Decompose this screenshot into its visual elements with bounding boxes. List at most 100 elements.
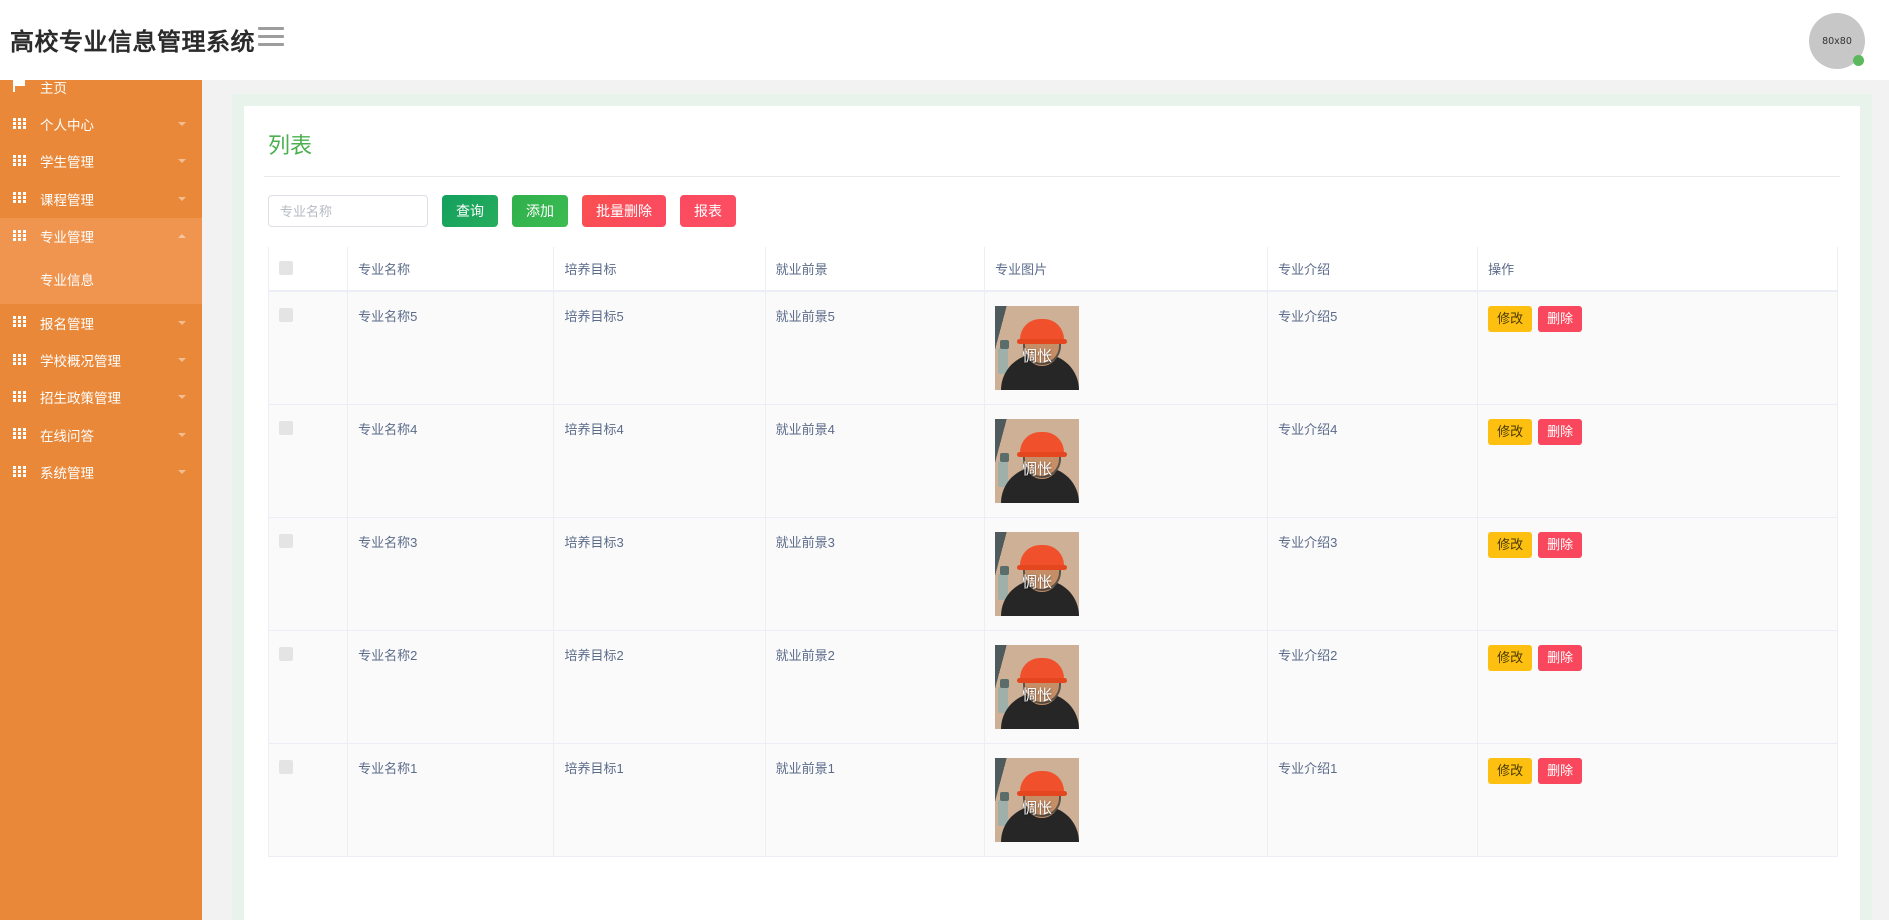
- table-head: 专业名称 培养目标 就业前景 专业图片 专业介绍 操作: [267, 247, 1838, 292]
- row-actions-cell: 修改 删除: [1477, 404, 1838, 518]
- table-header-row: 专业名称 培养目标 就业前景 专业图片 专业介绍 操作: [267, 247, 1838, 292]
- sidebar-item-6[interactable]: 学校概况管理: [0, 341, 202, 378]
- sidebar-item-2[interactable]: 学生管理: [0, 143, 202, 180]
- sidebar-item-3[interactable]: 课程管理: [0, 180, 202, 217]
- major-image-cell: 惆怅: [984, 743, 1269, 857]
- table-row: 专业名称2 培养目标2 就业前景2 惆怅 专业介绍2 修改 删除: [267, 630, 1838, 744]
- avatar-wrapper: 80x80: [1809, 13, 1865, 69]
- sidebar-item-4[interactable]: 专业管理: [0, 217, 202, 255]
- employment-prospect-cell: 就业前景1: [765, 743, 986, 857]
- row-actions: 修改 删除: [1488, 532, 1837, 558]
- sidebar-subitem-0[interactable]: 专业信息: [0, 254, 202, 304]
- delete-button[interactable]: 删除: [1538, 419, 1583, 445]
- chevron-down-icon[interactable]: [178, 122, 186, 127]
- training-goal-cell: 培养目标1: [553, 743, 766, 857]
- table-row: 专业名称5 培养目标5 就业前景5 惆怅 专业介绍5 修改 删除: [267, 291, 1838, 405]
- edit-button[interactable]: 修改: [1488, 532, 1533, 558]
- grid-icon-glyph: [12, 154, 26, 166]
- hamburger-icon[interactable]: [258, 27, 284, 49]
- page-frame: 列表 查询 添加 批量删除 报表: [232, 94, 1872, 920]
- edit-button[interactable]: 修改: [1488, 306, 1533, 332]
- major-intro-cell: 专业介绍4: [1267, 404, 1479, 518]
- major-name-cell: 专业名称1: [347, 743, 555, 857]
- major-image-cell: 惆怅: [984, 291, 1269, 405]
- query-button[interactable]: 查询: [442, 195, 498, 227]
- training-goal-cell: 培养目标2: [553, 630, 766, 744]
- edit-button[interactable]: 修改: [1488, 758, 1533, 784]
- training-goal-cell: 培养目标5: [553, 291, 766, 405]
- photo-overlay-text: 惆怅: [1022, 798, 1053, 817]
- sidebar-item-9[interactable]: 系统管理: [0, 454, 202, 491]
- column-header: 操作: [1477, 247, 1838, 292]
- table-row: 专业名称3 培养目标3 就业前景3 惆怅 专业介绍3 修改 删除: [267, 517, 1838, 631]
- chevron-up-icon[interactable]: [178, 234, 186, 239]
- major-photo[interactable]: 惆怅: [995, 306, 1080, 390]
- sidebar-item-label: 系统管理: [40, 466, 94, 482]
- app-root: 高校专业信息管理系统 80x80 主页 个人中心 学生管理 课程管理 专业管理 专业信息报…: [0, 0, 1889, 920]
- chevron-down-icon[interactable]: [178, 358, 186, 363]
- chevron-down-icon[interactable]: [178, 470, 186, 475]
- panel-divider: [264, 176, 1840, 177]
- panel-title: 列表: [268, 133, 313, 158]
- major-image-cell: 惆怅: [984, 404, 1269, 518]
- grid-icon: [2, 465, 36, 479]
- column-header: 专业介绍: [1267, 247, 1479, 292]
- column-header: 专业图片: [984, 247, 1269, 292]
- training-goal-cell: 培养目标4: [553, 404, 766, 518]
- row-actions-cell: 修改 删除: [1477, 630, 1838, 744]
- photo-overlay-text: 惆怅: [1022, 346, 1053, 365]
- delete-button[interactable]: 删除: [1538, 306, 1583, 332]
- flag-icon: [2, 79, 36, 94]
- major-intro-cell: 专业介绍2: [1267, 630, 1479, 744]
- flag-icon-glyph: [13, 79, 25, 93]
- chevron-down-icon[interactable]: [178, 432, 186, 437]
- grid-icon: [2, 154, 36, 168]
- row-checkbox[interactable]: [279, 533, 293, 548]
- row-checkbox[interactable]: [279, 759, 293, 774]
- hamburger-line: [258, 43, 284, 46]
- row-checkbox[interactable]: [279, 307, 293, 322]
- employment-prospect-cell: 就业前景2: [765, 630, 986, 744]
- chevron-down-icon[interactable]: [178, 159, 186, 164]
- photo-overlay-text: 惆怅: [1022, 572, 1053, 591]
- row-actions: 修改 删除: [1488, 306, 1837, 332]
- row-actions-cell: 修改 删除: [1477, 291, 1838, 405]
- major-photo[interactable]: 惆怅: [995, 532, 1080, 616]
- major-photo[interactable]: 惆怅: [995, 419, 1080, 503]
- search-input[interactable]: [268, 195, 428, 227]
- hamburger-line: [258, 35, 284, 38]
- chevron-down-icon[interactable]: [178, 320, 186, 325]
- major-name-cell: 专业名称2: [347, 630, 555, 744]
- major-image-cell: 惆怅: [984, 517, 1269, 631]
- sidebar-item-label: 个人中心: [40, 118, 94, 134]
- select-all-checkbox[interactable]: [279, 260, 293, 275]
- delete-button[interactable]: 删除: [1538, 532, 1583, 558]
- edit-button[interactable]: 修改: [1488, 419, 1533, 445]
- delete-button[interactable]: 删除: [1538, 758, 1583, 784]
- add-button[interactable]: 添加: [512, 195, 568, 227]
- major-photo[interactable]: 惆怅: [995, 758, 1080, 842]
- grid-icon-glyph: [12, 316, 26, 328]
- delete-button[interactable]: 删除: [1538, 645, 1583, 671]
- sidebar-item-label: 招生政策管理: [40, 391, 121, 407]
- training-goal-cell: 培养目标3: [553, 517, 766, 631]
- row-checkbox[interactable]: [279, 646, 293, 661]
- sidebar-item-label: 课程管理: [40, 192, 94, 208]
- edit-button[interactable]: 修改: [1488, 645, 1533, 671]
- sidebar-item-5[interactable]: 报名管理: [0, 304, 202, 341]
- sidebar-item-label: 专业管理: [40, 230, 94, 246]
- sidebar-item-7[interactable]: 招生政策管理: [0, 379, 202, 416]
- chevron-down-icon[interactable]: [178, 395, 186, 400]
- row-actions: 修改 删除: [1488, 758, 1837, 784]
- chevron-down-icon[interactable]: [178, 196, 186, 201]
- column-header: 专业名称: [347, 247, 555, 292]
- hamburger-line: [258, 27, 284, 30]
- sidebar-item-1[interactable]: 个人中心: [0, 105, 202, 142]
- report-button[interactable]: 报表: [680, 195, 736, 227]
- grid-icon-glyph: [12, 465, 26, 477]
- row-checkbox[interactable]: [279, 420, 293, 435]
- batch-delete-button[interactable]: 批量删除: [582, 195, 666, 227]
- sidebar-item-8[interactable]: 在线问答: [0, 416, 202, 453]
- major-photo[interactable]: 惆怅: [995, 645, 1080, 729]
- grid-icon: [2, 316, 36, 329]
